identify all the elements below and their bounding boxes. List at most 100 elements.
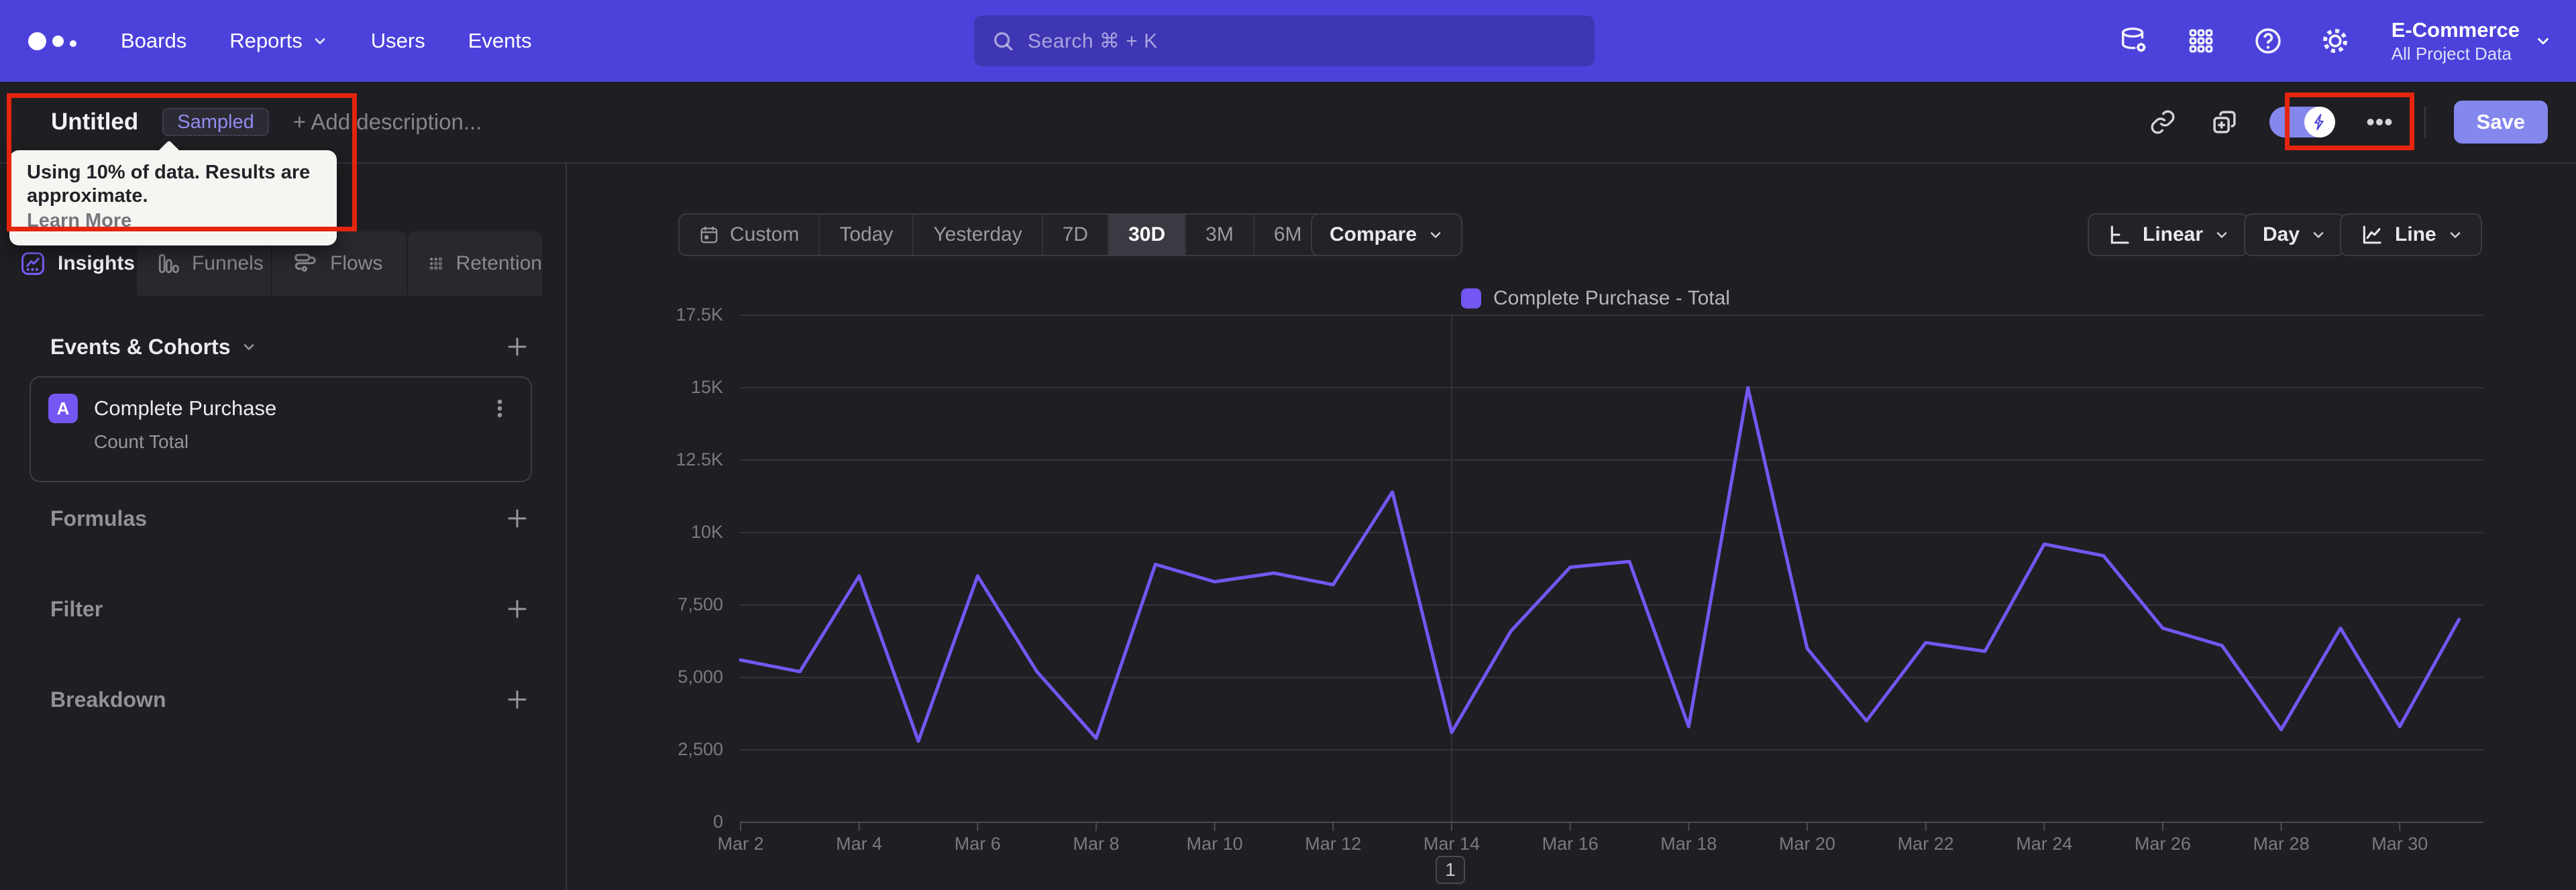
y-axis-label: 12.5K (676, 449, 723, 469)
range-7d[interactable]: 7D (1041, 215, 1108, 255)
report-title[interactable]: Untitled (51, 109, 138, 135)
series-line[interactable] (739, 386, 2461, 743)
range-today[interactable]: Today (818, 215, 912, 255)
events-cohorts-label[interactable]: Events & Cohorts (50, 335, 257, 359)
chart-type-label: Line (2395, 223, 2436, 245)
range-label: 6M (1273, 223, 1302, 245)
flows-icon (294, 254, 316, 272)
breakdown-section: Breakdown (30, 685, 532, 714)
search-icon (994, 32, 1013, 51)
tooltip-text: Using 10% of data. Results are approxima… (27, 162, 311, 207)
event-card[interactable]: A Complete Purchase Count Total (30, 376, 532, 482)
sampling-tooltip: Using 10% of data. Results are approxima… (9, 150, 337, 245)
chevron-down-icon (244, 344, 254, 350)
tab-funnels-label: Funnels (192, 252, 264, 274)
legend-swatch (1461, 288, 1481, 309)
report-header: Untitled Sampled + Add description... Sa… (0, 82, 2576, 164)
scale-dropdown[interactable]: Linear (2088, 213, 2249, 256)
add-description[interactable]: + Add description... (293, 109, 482, 135)
chevron-down-icon (2450, 232, 2460, 238)
tab-insights-label: Insights (58, 252, 136, 274)
nav-events[interactable]: Events (468, 29, 532, 53)
x-axis-label: Mar 20 (1778, 834, 1835, 854)
y-axis-label: 2,500 (678, 739, 723, 759)
event-metric[interactable]: Count Total (94, 431, 513, 453)
chevron-down-icon (315, 38, 325, 44)
chart-legend[interactable]: Complete Purchase - Total (1461, 287, 1730, 310)
range-label: 30D (1128, 223, 1166, 245)
tab-retention[interactable]: Retention (407, 231, 542, 296)
nav-users[interactable]: Users (371, 29, 425, 53)
help-icon[interactable] (2252, 25, 2284, 57)
plus-icon (508, 690, 527, 709)
range-custom[interactable]: Custom (680, 215, 818, 255)
query-sidebar: Insights Funnels Flows Retention Events … (0, 164, 566, 890)
compare-label: Compare (1330, 223, 1417, 245)
apps-grid-icon[interactable] (2185, 25, 2217, 57)
sampling-toggle[interactable] (2269, 107, 2335, 137)
pagination-page-1[interactable]: 1 (1436, 856, 1465, 884)
range-label: Custom (730, 223, 800, 245)
add-to-board-icon[interactable] (2208, 105, 2241, 139)
range-3m[interactable]: 3M (1185, 215, 1253, 255)
range-30d[interactable]: 30D (1108, 215, 1185, 255)
mixpanel-logo-icon[interactable] (28, 32, 76, 50)
event-name[interactable]: Complete Purchase (94, 396, 470, 421)
share-link-icon[interactable] (2146, 105, 2180, 139)
add-breakdown-button[interactable] (502, 685, 532, 714)
nav-right-cluster: E-Commerce All Project Data (2118, 0, 2552, 82)
toggle-knob (2304, 107, 2335, 137)
analytics-app: Boards Reports Users Events Search ⌘ + K… (0, 0, 2576, 890)
compare-button[interactable]: Compare (1311, 213, 1463, 256)
range-label: 3M (1205, 223, 1234, 245)
learn-more-link[interactable]: Learn More (27, 208, 131, 233)
y-axis-label: 5,000 (678, 667, 723, 687)
add-formula-button[interactable] (502, 504, 532, 533)
line-chart-icon (2363, 225, 2381, 244)
more-options-icon[interactable] (2363, 105, 2396, 139)
search-input[interactable]: Search ⌘ + K (974, 15, 1595, 66)
add-event-button[interactable] (502, 332, 532, 361)
filter-section: Filter (30, 594, 532, 624)
add-filter-button[interactable] (502, 594, 532, 624)
x-axis-label: Mar 26 (2134, 834, 2191, 854)
project-selector[interactable]: E-Commerce All Project Data (2391, 17, 2552, 64)
scale-label: Linear (2143, 223, 2204, 245)
range-label: Today (839, 223, 894, 245)
insights-icon (21, 252, 44, 275)
divider (2424, 107, 2426, 137)
events-cohorts-header: Events & Cohorts (30, 332, 532, 361)
nav-users-label: Users (370, 29, 425, 52)
x-axis-label: Mar 4 (836, 834, 883, 854)
linear-scale-icon (2110, 225, 2129, 244)
range-yesterday[interactable]: Yesterday (912, 215, 1041, 255)
chevron-down-icon (1430, 232, 1441, 238)
chevron-down-icon (2216, 232, 2227, 238)
chart-type-dropdown[interactable]: Line (2340, 213, 2482, 256)
insights-query-panel: Events & Cohorts A Complete Purchase Cou… (0, 296, 566, 890)
data-management-icon[interactable] (2118, 25, 2150, 57)
sampled-badge[interactable]: Sampled (162, 108, 269, 136)
interval-dropdown[interactable]: Day (2244, 213, 2346, 256)
project-name: E-Commerce (2391, 17, 2520, 42)
plus-icon (508, 600, 527, 618)
retention-icon (429, 257, 442, 270)
sidebar-divider (566, 164, 567, 890)
chevron-down-icon (2313, 232, 2324, 238)
search-placeholder: Search ⌘ + K (1028, 30, 1158, 52)
date-range-selector: CustomTodayYesterday7D30D3M6M12M (678, 213, 1402, 256)
formulas-label: Formulas (50, 506, 148, 531)
event-options-icon[interactable] (486, 394, 513, 423)
plus-icon (508, 509, 527, 528)
chevron-down-icon (2538, 38, 2548, 45)
lightning-bolt-icon (2314, 113, 2324, 131)
nav-reports[interactable]: Reports (229, 29, 328, 53)
settings-gear-icon[interactable] (2319, 25, 2351, 57)
nav-boards[interactable]: Boards (121, 29, 186, 53)
x-axis-label: Mar 6 (954, 834, 1001, 854)
filter-label: Filter (50, 596, 103, 621)
y-axis-label: 0 (712, 812, 723, 832)
x-axis-label: Mar 14 (1423, 834, 1480, 854)
save-button[interactable]: Save (2453, 101, 2548, 144)
primary-nav: Boards Reports Users Events (121, 29, 532, 53)
